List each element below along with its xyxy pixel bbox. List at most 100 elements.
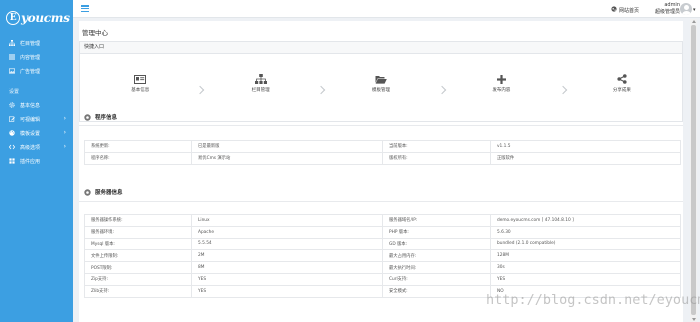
program-info-table: 系统更新: 已是最新版 当前版本: v1.1.5 程序名称: 易优Cms 演示站… xyxy=(84,140,681,165)
home-link[interactable]: 网站首页 xyxy=(611,6,639,14)
caret-down-icon[interactable]: ▾ xyxy=(693,7,696,13)
sitemap-icon xyxy=(254,74,267,84)
user-role: 超级管理员 xyxy=(654,9,680,15)
palette-icon xyxy=(9,130,15,136)
user-info[interactable]: admin 超级管理员 xyxy=(648,2,680,16)
sidebar-item-template[interactable]: 模板设置 › xyxy=(0,126,73,140)
gear-icon xyxy=(9,102,15,108)
info-key: 程序名称: xyxy=(84,151,192,165)
sidebar-group-label: 设置 xyxy=(9,89,20,95)
sidebar-item-basic-info[interactable]: 基本信息 xyxy=(0,98,73,112)
quick-entry-title: 快捷入口 xyxy=(80,42,682,54)
info-key: PHP 版本: xyxy=(382,225,491,239)
table-row: 文件上传限制: 2M 最大占用内存: 128M xyxy=(84,249,681,263)
info-key: 版权所有: xyxy=(382,151,491,165)
quick-item-columns[interactable]: 栏目管理 xyxy=(200,54,320,123)
menu-toggle-icon[interactable] xyxy=(81,4,89,13)
folder-open-icon xyxy=(375,74,387,84)
info-value: v1.1.5 xyxy=(490,140,681,153)
globe-icon xyxy=(611,6,617,14)
table-row: Mysql 版本: 5.5.54 GD 版本: bundled (2.1.0 c… xyxy=(84,237,681,251)
info-value: 128M xyxy=(490,249,681,263)
program-info-heading: 程序信息 xyxy=(84,113,117,121)
info-key: 安全模式: xyxy=(382,284,491,298)
avatar[interactable] xyxy=(680,3,692,15)
info-value: Apache xyxy=(191,225,383,239)
info-key: 当前版本: xyxy=(382,140,491,153)
chevron-right-icon: › xyxy=(63,115,66,122)
info-key: 系统更新: xyxy=(84,140,192,153)
sidebar-item-label: 内容管理 xyxy=(20,54,41,61)
info-value: 5.5.54 xyxy=(191,237,383,251)
sidebar-item-ads[interactable]: 广告管理 xyxy=(0,64,73,78)
scrollbar-thumb[interactable] xyxy=(691,25,696,315)
info-value: 正版软件 xyxy=(490,151,681,165)
info-key: 文件上传限制: xyxy=(84,249,192,263)
image-icon xyxy=(9,68,15,74)
info-value: 已是最新版 xyxy=(191,140,383,153)
info-key: 服务器域名/IP: xyxy=(382,214,491,227)
table-row: 服务器操作系统: Linux 服务器域名/IP: demo.eyoucms.co… xyxy=(84,214,681,227)
chevron-right-icon: › xyxy=(63,143,66,150)
info-value: demo.eyoucms.com [ 47.104.8.10 ] xyxy=(490,214,681,227)
gear-icon xyxy=(84,188,91,196)
sidebar: E youcms 栏目管理 内容管理 广告管理 设置 基本信息 可视编辑 › 模… xyxy=(0,0,73,322)
scroll-down-icon[interactable] xyxy=(691,318,696,321)
sidebar-item-plugins[interactable]: 插件应用 xyxy=(0,154,73,168)
sidebar-item-label: 模板设置 xyxy=(20,130,41,137)
quick-item-publish[interactable]: 发布内容 xyxy=(441,54,561,123)
sidebar-item-label: 插件应用 xyxy=(20,158,41,165)
topbar: 网站首页 admin 超级管理员 ▾ xyxy=(73,0,700,18)
code-icon xyxy=(9,144,15,150)
info-key: 最大执行时间: xyxy=(382,261,491,274)
info-value: YES xyxy=(490,272,681,286)
info-value: 2M xyxy=(191,249,383,263)
info-key: Zip支持: xyxy=(84,272,192,286)
info-value: 30s xyxy=(490,261,681,274)
share-icon xyxy=(617,74,627,84)
logo-mark: E xyxy=(6,11,20,25)
scroll-up-icon[interactable] xyxy=(691,20,696,23)
quick-item-label: 分享成果 xyxy=(612,88,631,93)
home-link-label: 网站首页 xyxy=(619,7,640,14)
info-key: 服务器操作系统: xyxy=(84,214,192,227)
sidebar-item-label: 栏目管理 xyxy=(20,40,41,47)
info-key: Zlib支持: xyxy=(84,284,192,298)
sidebar-item-label: 广告管理 xyxy=(20,68,41,75)
sidebar-item-content[interactable]: 内容管理 xyxy=(0,50,73,64)
quick-item-share[interactable]: 分享成果 xyxy=(562,54,682,123)
server-info-heading: 服务器信息 xyxy=(84,188,123,196)
gear-icon xyxy=(84,113,91,121)
sidebar-item-advanced[interactable]: 高级选项 › xyxy=(0,140,73,154)
info-value: 8M xyxy=(191,261,383,274)
table-row: 系统更新: 已是最新版 当前版本: v1.1.5 xyxy=(84,140,681,153)
quick-item-label: 基本信息 xyxy=(131,88,150,93)
table-row: POST限制: 8M 最大执行时间: 30s xyxy=(84,261,681,274)
quick-entry-panel: 快捷入口 基本信息 栏目管理 模板管理 发布内容 分享成果 xyxy=(79,41,683,122)
info-key: Mysql 版本: xyxy=(84,237,192,251)
sidebar-item-label: 基本信息 xyxy=(20,102,41,109)
watermark: http://blog.csdn.net/eyoucms xyxy=(486,292,700,308)
list-icon xyxy=(9,54,15,60)
sidebar-item-label: 高级选项 xyxy=(20,144,41,151)
plus-icon xyxy=(496,74,506,84)
info-value: YES xyxy=(191,284,383,298)
id-card-icon xyxy=(134,74,147,84)
info-value: bundled (2.1.0 compatible) xyxy=(490,237,681,251)
divider xyxy=(79,125,683,126)
sitemap-icon xyxy=(9,40,15,46)
vertical-scrollbar[interactable] xyxy=(690,19,697,322)
logo[interactable]: E youcms xyxy=(0,0,73,36)
sidebar-item-columns[interactable]: 栏目管理 xyxy=(0,36,73,50)
quick-item-label: 栏目管理 xyxy=(251,88,270,93)
info-value: YES xyxy=(191,272,383,286)
table-row: 服务器环境: Apache PHP 版本: 5.6.30 xyxy=(84,225,681,239)
quick-item-label: 发布内容 xyxy=(492,88,511,93)
quick-item-templates[interactable]: 模板管理 xyxy=(321,54,441,123)
chevron-right-icon: › xyxy=(63,129,66,136)
plugin-icon xyxy=(9,158,15,164)
sidebar-item-visual-edit[interactable]: 可视编辑 › xyxy=(0,112,73,126)
page-title: 管理中心 xyxy=(82,29,108,37)
info-value: 5.6.30 xyxy=(490,225,681,239)
info-value: 易优Cms 演示站 xyxy=(191,151,383,165)
